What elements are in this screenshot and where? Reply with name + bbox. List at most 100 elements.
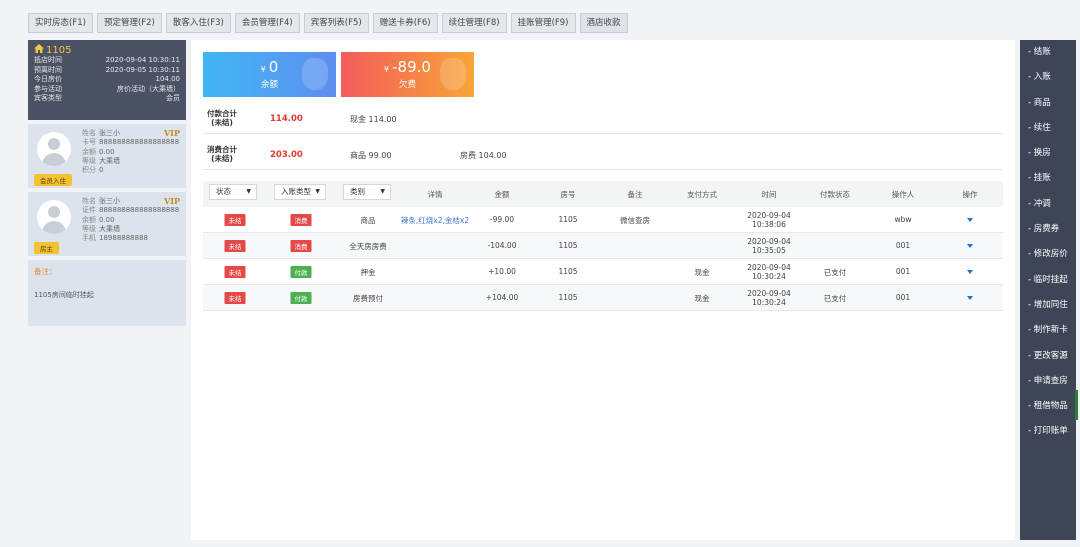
action-rent-items[interactable]: - 租借物品 bbox=[1020, 394, 1076, 419]
table-row[interactable]: 未结 付款 押金 +10.00 1105 现金 2020-09-04 10:30:… bbox=[203, 259, 1003, 285]
debt-card: ¥ -89.0 欠费 bbox=[341, 52, 474, 97]
room-cell: 1105 bbox=[558, 293, 578, 302]
action-room-voucher[interactable]: - 房费券 bbox=[1020, 217, 1076, 242]
category-cell: 房费预付 bbox=[353, 294, 383, 303]
action-print-bill[interactable]: - 打印账单 bbox=[1020, 419, 1076, 444]
room-cell: 1105 bbox=[558, 267, 578, 276]
room-row: 宾客类型 会员 bbox=[34, 94, 180, 102]
tab-reservation[interactable]: 预定管理(F2) bbox=[96, 13, 162, 33]
left-panel: 1105 抵店时间 2020-09-04 10:30:11 预离时间 2020-09… bbox=[28, 40, 186, 326]
remarks-text: 1105房间临时挂起 bbox=[34, 291, 94, 299]
scrollbar[interactable] bbox=[1075, 390, 1078, 420]
tab-walkin-checkin[interactable]: 散客入住(F3) bbox=[165, 13, 231, 33]
status-badge: 未结 bbox=[224, 240, 246, 252]
col-operator: 操作人 bbox=[891, 190, 915, 199]
type-badge: 付款 bbox=[290, 266, 312, 278]
operator-cell: wbw bbox=[894, 215, 912, 224]
action-temporary-suspend[interactable]: - 临时挂起 bbox=[1020, 268, 1076, 293]
action-change-source[interactable]: - 更改客源 bbox=[1020, 344, 1076, 369]
amount-cell: +104.00 bbox=[485, 293, 519, 302]
tab-gift-coupons[interactable]: 赠送卡券(F6) bbox=[372, 13, 438, 33]
action-make-card[interactable]: - 制作新卡 bbox=[1020, 318, 1076, 343]
balance-card: ¥0 余额 bbox=[203, 52, 336, 97]
category-cell: 商品 bbox=[360, 216, 376, 225]
remarks-panel: 备注： 1105房间临时挂起 bbox=[28, 260, 186, 326]
category-cell: 押金 bbox=[360, 268, 376, 277]
room-cell: 1105 bbox=[558, 241, 578, 250]
ledger-table: 状态 ▼ 入账类型 ▼ 类别 ▼ 详情 金额 房号 备注 支付方式 时间 付款状态 操… bbox=[203, 181, 1003, 311]
payment-summary-title: 付款合计 (未结) bbox=[207, 109, 237, 127]
action-add-roommate[interactable]: - 增加同住 bbox=[1020, 293, 1076, 318]
action-checkout[interactable]: - 结账 bbox=[1020, 40, 1076, 65]
room-number-label: 1105 bbox=[46, 44, 72, 56]
action-modify-rate[interactable]: - 修改房价 bbox=[1020, 242, 1076, 267]
tab-stay-extension[interactable]: 续住管理(F8) bbox=[441, 13, 507, 33]
time-cell: 2020-09-04 10:38:06 bbox=[747, 211, 791, 229]
entry-type-filter[interactable]: 入账类型 ▼ bbox=[274, 184, 326, 200]
detail-link[interactable]: 辣条,红烧x2,金桔x2 bbox=[401, 215, 469, 226]
table-row[interactable]: 未结 付款 房费预付 +104.00 1105 现金 2020-09-04 10:… bbox=[203, 285, 1003, 311]
guest-card[interactable]: VIP 姓名 张三小 证件 888888888888888888 余额 0.00 等级… bbox=[28, 192, 186, 256]
action-charge-account[interactable]: - 挂账 bbox=[1020, 166, 1076, 191]
payment-total: 114.00 bbox=[270, 114, 303, 124]
guest-info: 姓名 张三小 证件 888888888888888888 余额 0.00 等级 大乘墙 … bbox=[82, 197, 180, 243]
chevron-down-icon[interactable] bbox=[967, 218, 973, 222]
table-row[interactable]: 未结 消费 全天房房费 -104.00 1105 2020-09-04 10:35… bbox=[203, 233, 1003, 259]
action-change-room[interactable]: - 换房 bbox=[1020, 141, 1076, 166]
col-room: 房号 bbox=[560, 190, 576, 199]
room-row: 今日房价 104.00 bbox=[34, 75, 180, 83]
chevron-down-icon[interactable] bbox=[967, 270, 973, 274]
status-badge: 未结 bbox=[224, 214, 246, 226]
consumption-item: 商品 99.00 bbox=[350, 151, 392, 160]
payment-method-cell: 现金 bbox=[694, 268, 710, 277]
guest-info: 姓名 张三小 卡号 888888888888888888 余额 0.00 等级 大乘墙 … bbox=[82, 129, 180, 175]
action-sidebar: - 结账 - 入账 - 商品 - 续住 - 换房 - 挂账 - 冲调 - 房费券… bbox=[1020, 40, 1076, 540]
time-cell: 2020-09-04 10:30:24 bbox=[747, 289, 791, 307]
chevron-down-icon[interactable] bbox=[967, 244, 973, 248]
operator-cell: 001 bbox=[895, 241, 911, 250]
guest-card[interactable]: VIP 姓名 张三小 卡号 888888888888888888 余额 0.00 等级… bbox=[28, 124, 186, 188]
payment-method-cell: 现金 bbox=[694, 294, 710, 303]
consumption-total: 203.00 bbox=[270, 150, 303, 160]
debt-value: -89.0 bbox=[392, 58, 431, 76]
action-adjust[interactable]: - 冲调 bbox=[1020, 192, 1076, 217]
status-filter[interactable]: 状态 ▼ bbox=[209, 184, 257, 200]
operator-cell: 001 bbox=[895, 267, 911, 276]
consumption-item: 房费 104.00 bbox=[460, 151, 507, 160]
room-row: 预离时间 2020-09-05 10:30:11 bbox=[34, 65, 180, 74]
money-bag-icon bbox=[440, 58, 466, 90]
payment-status-cell: 已支付 bbox=[823, 294, 847, 303]
amount-cell: -104.00 bbox=[487, 241, 517, 250]
type-badge: 付款 bbox=[290, 292, 312, 304]
action-goods[interactable]: - 商品 bbox=[1020, 91, 1076, 116]
chevron-down-icon: ▼ bbox=[380, 188, 385, 195]
tab-credit-management[interactable]: 挂账管理(F9) bbox=[510, 13, 576, 33]
status-badge: 未结 bbox=[224, 292, 246, 304]
type-badge: 消费 bbox=[290, 214, 312, 226]
col-time: 时间 bbox=[761, 190, 777, 199]
col-action: 操作 bbox=[962, 190, 978, 199]
tab-guest-list[interactable]: 宾客列表(F5) bbox=[303, 13, 369, 33]
payment-item: 现金 114.00 bbox=[350, 115, 397, 124]
avatar bbox=[37, 132, 71, 166]
tab-hotel-collection[interactable]: 酒店收款 bbox=[579, 13, 628, 33]
category-filter[interactable]: 类别 ▼ bbox=[343, 184, 391, 200]
action-post-entry[interactable]: - 入账 bbox=[1020, 65, 1076, 90]
chevron-down-icon[interactable] bbox=[967, 296, 973, 300]
room-info-card[interactable]: 1105 抵店时间 2020-09-04 10:30:11 预离时间 2020-09… bbox=[28, 40, 186, 120]
category-cell: 全天房房费 bbox=[349, 242, 387, 251]
action-request-inspection[interactable]: - 申请查房 bbox=[1020, 369, 1076, 394]
remark-cell: 微信查房 bbox=[620, 216, 650, 225]
col-remark: 备注 bbox=[627, 190, 643, 199]
table-row[interactable]: 未结 消费 商品 辣条,红烧x2,金桔x2 -99.00 1105 微信查房 2… bbox=[203, 207, 1003, 233]
type-badge: 消费 bbox=[290, 240, 312, 252]
action-extend-stay[interactable]: - 续住 bbox=[1020, 116, 1076, 141]
top-tab-bar: 实时房态(F1) 预定管理(F2) 散客入住(F3) 会员管理(F4) 宾客列表… bbox=[28, 13, 628, 33]
tab-member-management[interactable]: 会员管理(F4) bbox=[234, 13, 300, 33]
tab-room-status[interactable]: 实时房态(F1) bbox=[28, 13, 93, 33]
avatar bbox=[37, 200, 71, 234]
consumption-summary: 消费合计 (未结) 203.00 商品 99.00 房费 104.00 bbox=[203, 138, 1003, 170]
payment-status-cell: 已支付 bbox=[823, 268, 847, 277]
col-payment-status: 付款状态 bbox=[820, 190, 850, 199]
amount-cell: +10.00 bbox=[488, 267, 516, 276]
